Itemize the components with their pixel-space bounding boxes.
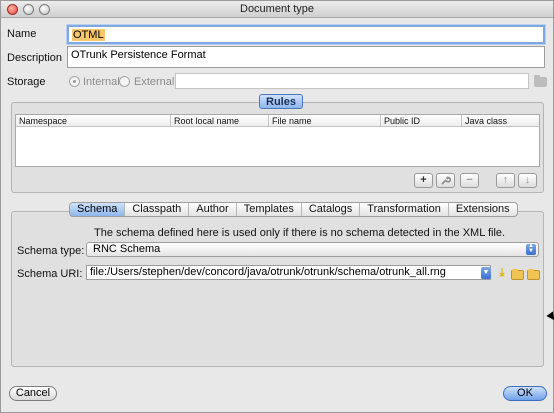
tab-templates[interactable]: Templates	[237, 203, 302, 216]
storage-external-label: External	[134, 76, 175, 88]
tab-extensions[interactable]: Extensions	[449, 203, 517, 216]
tab-author[interactable]: Author	[189, 203, 237, 216]
schema-type-value: RNC Schema	[93, 243, 161, 255]
name-input[interactable]: OTML	[67, 25, 545, 44]
name-input-value: OTML	[72, 29, 105, 41]
title-bar: Document type	[1, 1, 553, 18]
browse-local-file-icon[interactable]	[511, 269, 524, 280]
chevron-updown-icon: ▲ ▼	[526, 243, 536, 255]
schema-info-text: The schema defined here is used only if …	[94, 227, 506, 239]
schema-uri-input[interactable]: file:/Users/stephen/dev/concord/java/otr…	[86, 265, 491, 280]
cancel-button[interactable]: Cancel	[9, 386, 57, 401]
mouse-pointer-icon	[546, 311, 554, 323]
column-header-namespace[interactable]: Namespace	[16, 115, 171, 127]
rules-group-title: Rules	[259, 94, 303, 109]
name-label: Name	[7, 28, 37, 40]
column-header-file-name[interactable]: File name	[269, 115, 381, 127]
settings-panel: The schema defined here is used only if …	[11, 211, 544, 367]
ok-button[interactable]: OK	[503, 386, 547, 401]
browse-storage-folder-icon[interactable]	[534, 75, 547, 87]
column-header-public-id[interactable]: Public ID	[381, 115, 462, 127]
add-rule-button[interactable]: +	[414, 173, 433, 188]
insert-editor-variables-icon[interactable]: ⤓	[497, 267, 507, 279]
move-rule-up-button[interactable]: ↑	[496, 173, 515, 188]
remove-rule-button[interactable]: −	[460, 173, 479, 188]
storage-internal-label: Internal	[83, 76, 120, 88]
browse-url-folder-icon[interactable]	[527, 269, 540, 280]
rules-table-header: Namespace Root local name File name Publ…	[16, 115, 539, 127]
schema-type-select[interactable]: RNC Schema ▲ ▼	[86, 242, 539, 257]
edit-rule-button[interactable]	[436, 173, 455, 188]
storage-internal-radio[interactable]	[69, 76, 80, 87]
tab-schema[interactable]: Schema	[70, 203, 126, 216]
storage-label: Storage	[7, 76, 46, 88]
schema-uri-label: Schema URI:	[17, 268, 83, 280]
storage-path-input[interactable]	[175, 73, 529, 89]
rules-table[interactable]: Namespace Root local name File name Publ…	[15, 114, 540, 167]
tab-catalogs[interactable]: Catalogs	[302, 203, 361, 216]
description-label: Description	[7, 52, 63, 64]
schema-type-label: Schema type:	[17, 245, 85, 257]
column-header-java-class[interactable]: Java class	[462, 115, 541, 127]
rules-group: Namespace Root local name File name Publ…	[11, 102, 544, 193]
tab-classpath[interactable]: Classpath	[125, 203, 190, 216]
document-type-dialog: Document type Name OTML Description OTru…	[0, 0, 554, 413]
column-header-root-local-name[interactable]: Root local name	[171, 115, 269, 127]
uri-history-dropdown-icon[interactable]: ▼	[481, 267, 491, 279]
description-input[interactable]: OTrunk Persistence Format	[67, 46, 545, 68]
window-title: Document type	[240, 3, 314, 15]
tab-transformation[interactable]: Transformation	[360, 203, 449, 216]
storage-external-radio[interactable]	[119, 76, 130, 87]
wrench-icon	[441, 176, 452, 185]
move-rule-down-button[interactable]: ↓	[518, 173, 537, 188]
settings-tabs: Schema Classpath Author Templates Catalo…	[69, 202, 518, 217]
